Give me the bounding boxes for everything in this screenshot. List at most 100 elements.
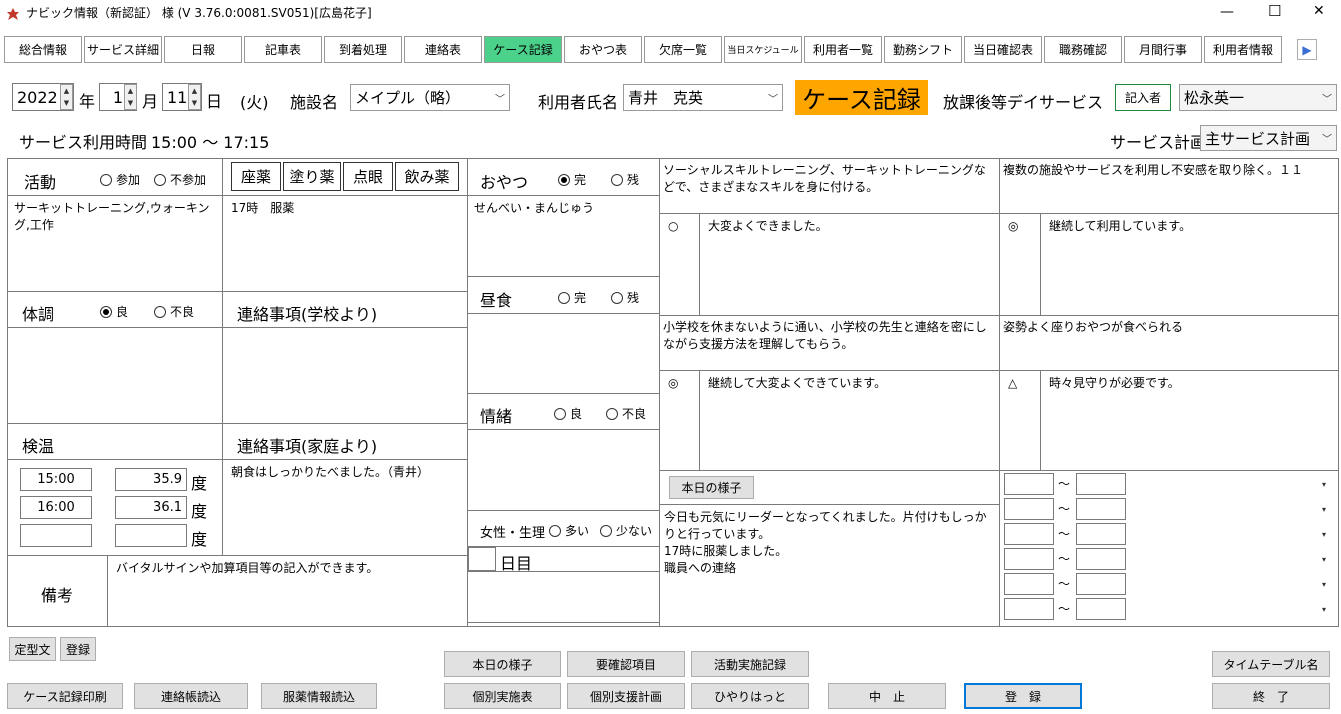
temp-time-1[interactable]: 15:00	[20, 468, 92, 491]
goal-1-comment[interactable]: 大変よくできました。	[699, 213, 1000, 316]
support-plan-button[interactable]: 個別支援計画	[567, 683, 685, 709]
check-items-button[interactable]: 要確認項目	[567, 651, 685, 677]
print-button[interactable]: ケース記録印刷	[7, 683, 123, 709]
register-button[interactable]: 登 録	[964, 683, 1082, 709]
female-light-radio[interactable]: 少ない	[600, 522, 652, 539]
range-start-3[interactable]	[1004, 523, 1054, 545]
individual-table-button[interactable]: 個別実施表	[444, 683, 561, 709]
medicine-text[interactable]: 17時 服薬	[222, 195, 468, 292]
dropdown-4[interactable]: ▾	[1322, 555, 1326, 564]
tab-case-record[interactable]: ケース記録	[484, 36, 562, 63]
snack-complete-radio[interactable]: 完	[558, 171, 586, 188]
activity-skip-radio[interactable]: 不参加	[154, 171, 206, 188]
activity-record-button[interactable]: 活動実施記録	[691, 651, 809, 677]
emotion-text[interactable]	[467, 429, 660, 511]
hiyari-button[interactable]: ひやりはっと	[691, 683, 809, 709]
goal-4-comment[interactable]: 時々見守りが必要です。	[1040, 370, 1339, 471]
range-end-6[interactable]	[1076, 598, 1126, 620]
maximize-icon[interactable]: ☐	[1268, 2, 1281, 20]
tab-arrival[interactable]: 到着処理	[324, 36, 402, 63]
remarks-text[interactable]: バイタルサインや加算項目等の記入ができます。	[107, 555, 468, 627]
range-start-1[interactable]	[1004, 473, 1054, 495]
tab-contact[interactable]: 連絡表	[404, 36, 482, 63]
dropdown-1[interactable]: ▾	[1322, 480, 1326, 489]
female-day-input[interactable]	[468, 547, 496, 571]
register-small-button[interactable]: 登録	[60, 637, 96, 661]
today-state-button[interactable]: 本日の様子	[444, 651, 561, 677]
temp-time-2[interactable]: 16:00	[20, 496, 92, 519]
goal-4-mark[interactable]: △	[999, 370, 1041, 471]
tab-user-info[interactable]: 利用者情報	[1204, 36, 1282, 63]
tab-today-check[interactable]: 当日確認表	[964, 36, 1042, 63]
cancel-button[interactable]: 中 止	[828, 683, 946, 709]
condition-good-radio[interactable]: 良	[100, 303, 128, 320]
activity-text[interactable]: サーキットトレーニング,ウォーキング,工作	[7, 195, 223, 292]
range-end-3[interactable]	[1076, 523, 1126, 545]
range-end-2[interactable]	[1076, 498, 1126, 520]
temp-value-3[interactable]	[115, 524, 187, 547]
temp-time-3[interactable]	[20, 524, 92, 547]
writer-button[interactable]: 記入者	[1115, 84, 1171, 111]
dropdown-2[interactable]: ▾	[1322, 505, 1326, 514]
writer-select[interactable]: 松永英一 ﹀	[1179, 84, 1337, 111]
range-start-6[interactable]	[1004, 598, 1054, 620]
condition-text[interactable]	[7, 327, 223, 424]
tab-snack[interactable]: おやつ表	[564, 36, 642, 63]
snack-leftover-radio[interactable]: 残	[611, 171, 639, 188]
tab-daily-report[interactable]: 日報	[164, 36, 242, 63]
month-spinner[interactable]: ▲ ▼	[124, 84, 137, 110]
lunch-leftover-radio[interactable]: 残	[611, 289, 639, 306]
med-read-button[interactable]: 服薬情報読込	[261, 683, 377, 709]
home-contact-text[interactable]: 朝食はしっかりたべました。（青井）	[222, 459, 468, 556]
facility-select[interactable]: メイプル（略） ﹀	[350, 84, 510, 111]
goal-2-mark[interactable]: ◎	[999, 213, 1041, 316]
emotion-bad-radio[interactable]: 不良	[606, 405, 646, 422]
timetable-button[interactable]: タイムテーブル名	[1212, 651, 1330, 677]
today-button[interactable]: 本日の様子	[669, 476, 754, 499]
template-text-button[interactable]: 定型文	[9, 637, 56, 661]
range-start-4[interactable]	[1004, 548, 1054, 570]
minimize-icon[interactable]: —	[1220, 4, 1234, 20]
lunch-complete-radio[interactable]: 完	[558, 289, 586, 306]
temp-value-1[interactable]: 35.9	[115, 468, 187, 491]
tab-duty-check[interactable]: 職務確認	[1044, 36, 1122, 63]
tab-shift[interactable]: 勤務シフト	[884, 36, 962, 63]
range-end-5[interactable]	[1076, 573, 1126, 595]
range-start-5[interactable]	[1004, 573, 1054, 595]
tab-monthly-events[interactable]: 月間行事	[1124, 36, 1202, 63]
tab-service-detail[interactable]: サービス詳細	[84, 36, 162, 63]
activity-join-radio[interactable]: 参加	[100, 171, 140, 188]
tab-next-button[interactable]: ▶	[1297, 39, 1317, 60]
dropdown-3[interactable]: ▾	[1322, 530, 1326, 539]
dropdown-6[interactable]: ▾	[1322, 605, 1326, 614]
snack-text[interactable]: せんべい・まんじゅう	[467, 195, 660, 277]
day-spinner[interactable]: ▲ ▼	[188, 84, 201, 110]
condition-bad-radio[interactable]: 不良	[154, 303, 194, 320]
ointment-button[interactable]: 塗り薬	[283, 162, 341, 191]
range-end-4[interactable]	[1076, 548, 1126, 570]
temp-value-2[interactable]: 36.1	[115, 496, 187, 519]
female-heavy-radio[interactable]: 多い	[549, 522, 589, 539]
school-contact-text[interactable]	[222, 327, 468, 424]
eye-drops-button[interactable]: 点眼	[343, 162, 393, 191]
service-plan-select[interactable]: 主サービス計画 ﹀	[1200, 125, 1337, 151]
tab-user-list[interactable]: 利用者一覧	[804, 36, 882, 63]
year-spinner[interactable]: ▲ ▼	[60, 84, 73, 110]
tab-absence[interactable]: 欠席一覧	[644, 36, 722, 63]
close-icon[interactable]: ✕	[1313, 3, 1325, 19]
goal-3-mark[interactable]: ◎	[659, 370, 700, 471]
today-text[interactable]: 今日も元気にリーダーとなってくれました。片付けもしっかりと行っています。 17時…	[664, 509, 996, 623]
oral-medicine-button[interactable]: 飲み薬	[395, 162, 459, 191]
exit-button[interactable]: 終 了	[1212, 683, 1330, 709]
tab-today-schedule[interactable]: 当日スケジュール	[724, 36, 802, 63]
suppository-button[interactable]: 座薬	[231, 162, 281, 191]
range-start-2[interactable]	[1004, 498, 1054, 520]
dropdown-5[interactable]: ▾	[1322, 580, 1326, 589]
lunch-text[interactable]	[467, 313, 660, 394]
tab-overview[interactable]: 総合情報	[4, 36, 82, 63]
contact-read-button[interactable]: 連絡帳読込	[134, 683, 248, 709]
goal-2-comment[interactable]: 継続して利用しています。	[1040, 213, 1339, 316]
emotion-good-radio[interactable]: 良	[554, 405, 582, 422]
tab-vehicle[interactable]: 記車表	[244, 36, 322, 63]
goal-1-mark[interactable]: ○	[659, 213, 700, 316]
